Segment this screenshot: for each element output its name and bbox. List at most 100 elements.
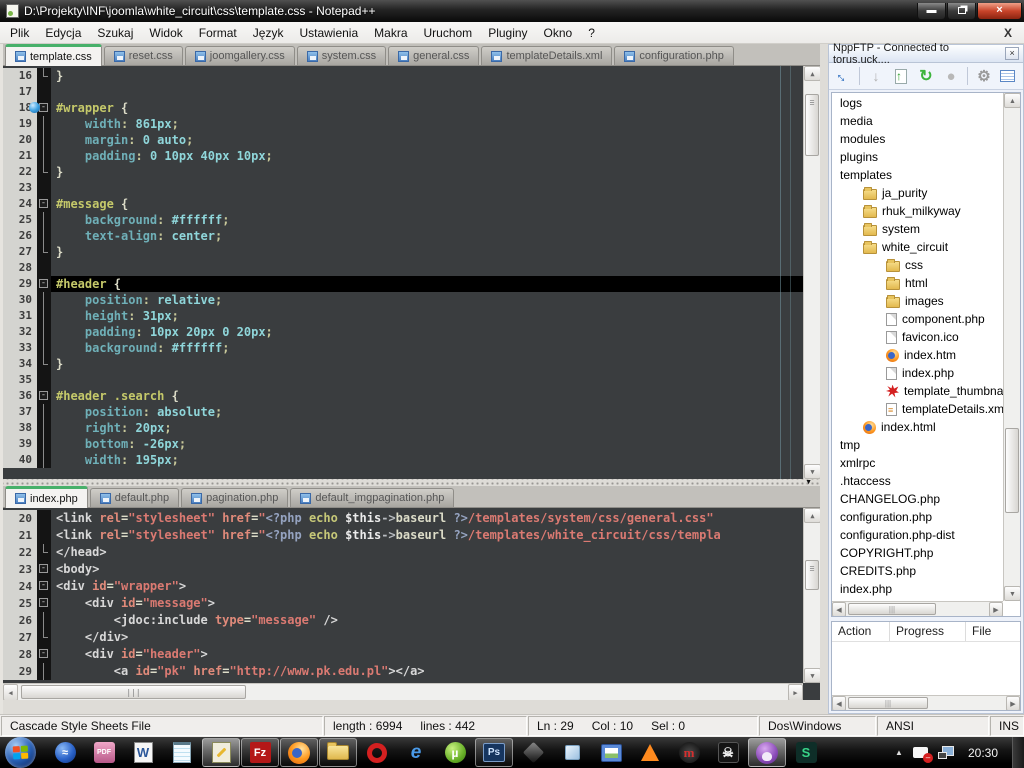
skull-app-taskbar-button[interactable]: ☠ xyxy=(709,738,747,767)
pidgin-taskbar-button[interactable] xyxy=(748,738,786,767)
messages-icon[interactable] xyxy=(1000,70,1015,82)
fold-collapse-icon[interactable]: - xyxy=(39,649,48,658)
scroll-thumb[interactable]: ||| xyxy=(848,697,928,709)
menu-?[interactable]: ? xyxy=(580,23,603,43)
tree-item-template_thumbnail.png[interactable]: template_thumbnail.png xyxy=(832,382,1003,400)
tab-pagination.php[interactable]: pagination.php xyxy=(181,488,288,507)
fold-collapse-icon[interactable]: - xyxy=(39,581,48,590)
queue-column-action[interactable]: Action xyxy=(832,622,890,641)
settings-icon[interactable]: ⚙ xyxy=(975,67,993,85)
menu-close-button[interactable]: X xyxy=(1000,26,1016,40)
pdf-creator-taskbar-button[interactable]: PDF xyxy=(85,738,123,767)
scroll-right-arrow[interactable]: ▶ xyxy=(788,684,803,700)
fold-collapse-icon[interactable]: - xyxy=(39,391,48,400)
tree-item-templates[interactable]: templates xyxy=(832,166,1003,184)
scroll-left-arrow[interactable]: ◀ xyxy=(3,684,18,700)
fold-collapse-icon[interactable]: - xyxy=(39,564,48,573)
nppftp-panel-header[interactable]: NppFTP - Connected to torus.uck.... × xyxy=(829,45,1023,63)
scroll-thumb[interactable]: ||| xyxy=(848,603,936,615)
menu-ustawienia[interactable]: Ustawienia xyxy=(291,23,366,43)
connect-icon[interactable]: ↔ xyxy=(830,63,855,88)
tree-item-favicon.ico[interactable]: favicon.ico xyxy=(832,328,1003,346)
menu-jzyk[interactable]: Język xyxy=(245,23,292,43)
show-hidden-icons-button[interactable]: ▲ xyxy=(895,748,903,757)
scroll-thumb[interactable] xyxy=(1005,428,1019,513)
editor2-hscrollbar[interactable]: ◀ ||| ▶ xyxy=(3,683,803,700)
nppftp-close-button[interactable]: × xyxy=(1005,47,1019,60)
inkscape-taskbar-button[interactable] xyxy=(514,738,552,767)
word-taskbar-button[interactable]: W xyxy=(124,738,162,767)
tree-item-configuration.php-dist[interactable]: configuration.php-dist xyxy=(832,526,1003,544)
tree-item-media[interactable]: media xyxy=(832,112,1003,130)
scroll-down-arrow[interactable]: ▼ xyxy=(1004,586,1021,601)
cube-app-taskbar-button[interactable] xyxy=(553,738,591,767)
tree-item-CHANGELOG.php[interactable]: CHANGELOG.php xyxy=(832,490,1003,508)
scroll-up-arrow[interactable]: ▲ xyxy=(1004,93,1021,108)
tab-reset.css[interactable]: reset.css xyxy=(104,46,183,65)
scroll-left-arrow[interactable]: ◀ xyxy=(832,602,846,617)
tree-item-configuration.php[interactable]: configuration.php xyxy=(832,508,1003,526)
tree-item-plugins[interactable]: plugins xyxy=(832,148,1003,166)
menu-format[interactable]: Format xyxy=(191,23,245,43)
scroll-thumb[interactable]: ||| xyxy=(21,685,246,699)
tree-item-index.php[interactable]: index.php xyxy=(832,580,1003,598)
tab-general.css[interactable]: general.css xyxy=(388,46,479,65)
network-icon[interactable] xyxy=(938,746,954,759)
upload-icon[interactable]: ↑ xyxy=(892,67,910,85)
menu-szukaj[interactable]: Szukaj xyxy=(89,23,141,43)
tree-item-component.php[interactable]: component.php xyxy=(832,310,1003,328)
scroll-left-arrow[interactable]: ◀ xyxy=(832,696,846,711)
image-viewer-taskbar-button[interactable] xyxy=(592,738,630,767)
tab-configuration.php[interactable]: configuration.php xyxy=(614,46,733,65)
php-editor[interactable]: 20<link rel="stylesheet" href="<?php ech… xyxy=(3,508,820,700)
download-icon[interactable]: ↓ xyxy=(867,67,885,85)
editor-splitter[interactable]: ▼ xyxy=(3,479,820,486)
tree-item-logs[interactable]: logs xyxy=(832,94,1003,112)
tab-template.css[interactable]: template.css xyxy=(5,44,102,66)
tree-vscrollbar[interactable]: ▲ ▼ xyxy=(1003,93,1020,601)
tree-item-rhuk_milkyway[interactable]: rhuk_milkyway xyxy=(832,202,1003,220)
tree-item-images[interactable]: images xyxy=(832,292,1003,310)
tree-item-.htaccess[interactable]: .htaccess xyxy=(832,472,1003,490)
notepad-taskbar-button[interactable] xyxy=(163,738,201,767)
title-bar[interactable]: D:\Projekty\INF\joomla\white_circuit\css… xyxy=(0,0,1024,22)
tab-default_imgpagination.php[interactable]: default_imgpagination.php xyxy=(290,488,454,507)
editor2-vscrollbar[interactable]: ▲ ≡ ▼ xyxy=(803,508,820,683)
queue-hscrollbar[interactable]: ◀ ||| ▶ xyxy=(832,695,1020,710)
menu-widok[interactable]: Widok xyxy=(141,23,190,43)
utorrent-taskbar-button[interactable]: µ xyxy=(436,738,474,767)
media-player-taskbar-button[interactable]: ≈ xyxy=(46,738,84,767)
scroll-thumb[interactable]: ≡ xyxy=(805,560,819,590)
menu-okno[interactable]: Okno xyxy=(536,23,581,43)
menu-uruchom[interactable]: Uruchom xyxy=(416,23,481,43)
close-button[interactable]: × xyxy=(977,3,1022,20)
tree-item-index.html[interactable]: index.html xyxy=(832,418,1003,436)
tab-system.css[interactable]: system.css xyxy=(297,46,386,65)
scroll-thumb[interactable]: ≡ xyxy=(805,94,819,156)
queue-column-progress[interactable]: Progress xyxy=(890,622,966,641)
start-button[interactable] xyxy=(5,737,36,768)
menu-pluginy[interactable]: Pluginy xyxy=(480,23,535,43)
tab-index.php[interactable]: index.php xyxy=(5,486,88,508)
scroll-right-arrow[interactable]: ▶ xyxy=(1006,696,1020,711)
tree-item-ja_purity[interactable]: ja_purity xyxy=(832,184,1003,202)
internet-explorer-taskbar-button[interactable]: e xyxy=(397,738,435,767)
status-eol-format[interactable]: Dos\Windows xyxy=(759,716,876,736)
scroll-down-arrow[interactable]: ▼ xyxy=(804,464,820,479)
scroll-down-arrow[interactable]: ▼ xyxy=(804,668,820,683)
fold-collapse-icon[interactable]: - xyxy=(39,199,48,208)
vlc-taskbar-button[interactable] xyxy=(631,738,669,767)
nppftp-file-tree[interactable]: logsmediamodulespluginstemplatesja_purit… xyxy=(831,92,1021,617)
scroll-right-arrow[interactable]: ▶ xyxy=(989,602,1003,617)
status-insert-mode[interactable]: INS xyxy=(990,716,1024,736)
filezilla-taskbar-button[interactable]: Fz xyxy=(241,738,279,767)
tree-item-css[interactable]: css xyxy=(832,256,1003,274)
bookmark-icon[interactable] xyxy=(29,102,40,113)
miranda-taskbar-button[interactable]: m xyxy=(670,738,708,767)
abort-icon[interactable]: ● xyxy=(942,67,960,85)
menu-makra[interactable]: Makra xyxy=(366,23,415,43)
screen-capture-taskbar-button[interactable]: S xyxy=(787,738,825,767)
tree-item-xmlrpc[interactable]: xmlrpc xyxy=(832,454,1003,472)
tree-item-index.htm[interactable]: index.htm xyxy=(832,346,1003,364)
tree-item-white_circuit[interactable]: white_circuit xyxy=(832,238,1003,256)
